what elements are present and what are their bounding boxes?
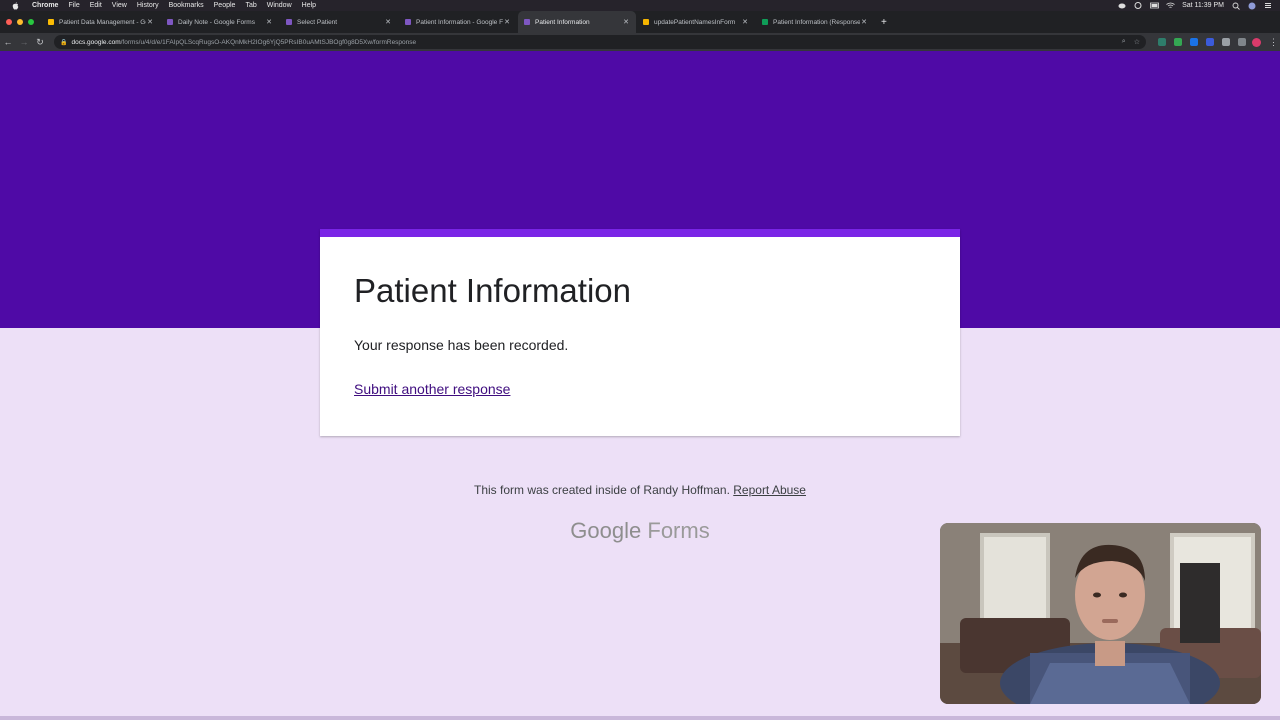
zoom-icon[interactable]: ⌕ xyxy=(1122,38,1126,46)
zoom-window-button[interactable] xyxy=(28,19,34,25)
extension-grid-icon[interactable] xyxy=(1238,38,1246,46)
forms-icon xyxy=(405,19,411,25)
minimize-window-button[interactable] xyxy=(17,19,23,25)
check-icon[interactable] xyxy=(1134,2,1142,9)
tab-patient-information-responses[interactable]: Patient Information (Responses... ✕ xyxy=(756,11,874,33)
profile-avatar-icon[interactable] xyxy=(1252,37,1261,47)
menu-file[interactable]: File xyxy=(68,2,79,9)
search-icon[interactable] xyxy=(1232,2,1240,10)
cloud-icon[interactable] xyxy=(1118,2,1126,9)
apps-script-icon xyxy=(643,19,649,25)
form-footer: This form was created inside of Randy Ho… xyxy=(0,483,1280,497)
close-window-button[interactable] xyxy=(6,19,12,25)
forms-icon xyxy=(524,19,530,25)
confirmation-card: Patient Information Your response has be… xyxy=(320,229,960,436)
close-tab-icon[interactable]: ✕ xyxy=(503,18,511,26)
tab-title: Patient Information - Google Fo... xyxy=(416,18,503,26)
menu-history[interactable]: History xyxy=(137,2,159,9)
close-tab-icon[interactable]: ✕ xyxy=(741,18,749,26)
more-menu-icon[interactable]: ⋮ xyxy=(1269,37,1278,48)
notification-center-icon[interactable] xyxy=(1264,2,1272,9)
lock-icon[interactable]: 🔒 xyxy=(60,39,67,46)
tab-title: Patient Information (Responses... xyxy=(773,18,860,26)
close-tab-icon[interactable]: ✕ xyxy=(384,18,392,26)
extension-puzzle-icon[interactable] xyxy=(1222,38,1230,46)
report-abuse-link[interactable]: Report Abuse xyxy=(733,483,806,497)
extension-shield-icon[interactable] xyxy=(1206,38,1214,46)
browser-toolbar: ← → ↻ 🔒 docs.google.com /forms/u/4/d/e/1… xyxy=(0,33,1280,51)
created-by-text: This form was created inside of Randy Ho… xyxy=(474,483,730,497)
tab-update-patient-names[interactable]: updatePatientNamesInForm ✕ xyxy=(637,11,755,33)
menu-help[interactable]: Help xyxy=(302,2,316,9)
logo-forms-text: Forms xyxy=(647,518,710,543)
extensions-area xyxy=(1158,38,1246,46)
close-tab-icon[interactable]: ✕ xyxy=(860,18,868,26)
tab-patient-data-management[interactable]: Patient Data Management - Go... ✕ xyxy=(42,11,160,33)
window-controls xyxy=(0,19,42,25)
drive-icon xyxy=(48,19,54,25)
browser-tab-strip: Patient Data Management - Go... ✕ Daily … xyxy=(0,11,1280,33)
user-avatar-icon[interactable] xyxy=(1248,2,1256,10)
omnibox-actions: ⌕ ☆ xyxy=(1122,38,1146,46)
tab-title: updatePatientNamesInForm xyxy=(654,18,736,26)
wifi-icon[interactable] xyxy=(1166,2,1175,9)
close-tab-icon[interactable]: ✕ xyxy=(622,18,630,26)
new-tab-button[interactable]: + xyxy=(881,17,887,28)
tab-select-patient[interactable]: Select Patient ✕ xyxy=(280,11,398,33)
menu-edit[interactable]: Edit xyxy=(90,2,102,9)
menu-people[interactable]: People xyxy=(214,2,236,9)
apple-icon[interactable] xyxy=(10,1,20,10)
menu-bookmarks[interactable]: Bookmarks xyxy=(169,2,204,9)
menu-tab[interactable]: Tab xyxy=(245,2,256,9)
menu-view[interactable]: View xyxy=(112,2,127,9)
form-title: Patient Information xyxy=(354,272,631,309)
macos-menu-bar: Chrome File Edit View History Bookmarks … xyxy=(0,0,1280,11)
webcam-video-overlay xyxy=(940,523,1261,704)
url-path: /forms/u/4/d/e/1FAIpQLScqRugsO-AKQnMkH2I… xyxy=(120,38,417,46)
close-tab-icon[interactable]: ✕ xyxy=(146,18,154,26)
sheets-icon xyxy=(762,19,768,25)
reload-icon[interactable]: ↻ xyxy=(32,37,48,48)
extension-blue-icon[interactable] xyxy=(1190,38,1198,46)
confirmation-message: Your response has been recorded. xyxy=(354,337,569,353)
forms-icon xyxy=(167,19,173,25)
tab-title: Patient Information xyxy=(535,18,590,26)
submit-another-response-link[interactable]: Submit another response xyxy=(354,381,510,397)
battery-icon[interactable] xyxy=(1150,2,1159,9)
tab-title: Patient Data Management - Go... xyxy=(59,18,146,26)
extension-drive-icon[interactable] xyxy=(1158,38,1166,46)
forms-icon xyxy=(286,19,292,25)
tab-daily-note[interactable]: Daily Note - Google Forms ✕ xyxy=(161,11,279,33)
bookmark-star-icon[interactable]: ☆ xyxy=(1134,38,1140,46)
address-bar[interactable]: 🔒 docs.google.com /forms/u/4/d/e/1FAIpQL… xyxy=(54,35,1146,49)
menu-window[interactable]: Window xyxy=(267,2,292,9)
menu-app-chrome[interactable]: Chrome xyxy=(32,2,58,9)
url-host: docs.google.com xyxy=(71,38,121,46)
webcam-video-frame xyxy=(940,523,1261,704)
tab-patient-information-active[interactable]: Patient Information ✕ xyxy=(518,11,636,33)
back-arrow-icon[interactable]: ← xyxy=(0,37,16,47)
close-tab-icon[interactable]: ✕ xyxy=(265,18,273,26)
forward-arrow-icon[interactable]: → xyxy=(16,37,32,47)
menubar-clock[interactable]: Sat 11:39 PM xyxy=(1182,2,1224,9)
menubar-status-area: Sat 11:39 PM xyxy=(1118,2,1280,10)
logo-google-text: Google xyxy=(570,518,642,543)
page-bottom-edge xyxy=(0,716,1280,720)
tab-title: Daily Note - Google Forms xyxy=(178,18,255,26)
tab-patient-information-form[interactable]: Patient Information - Google Fo... ✕ xyxy=(399,11,517,33)
extension-check-icon[interactable] xyxy=(1174,38,1182,46)
tab-title: Select Patient xyxy=(297,18,338,26)
